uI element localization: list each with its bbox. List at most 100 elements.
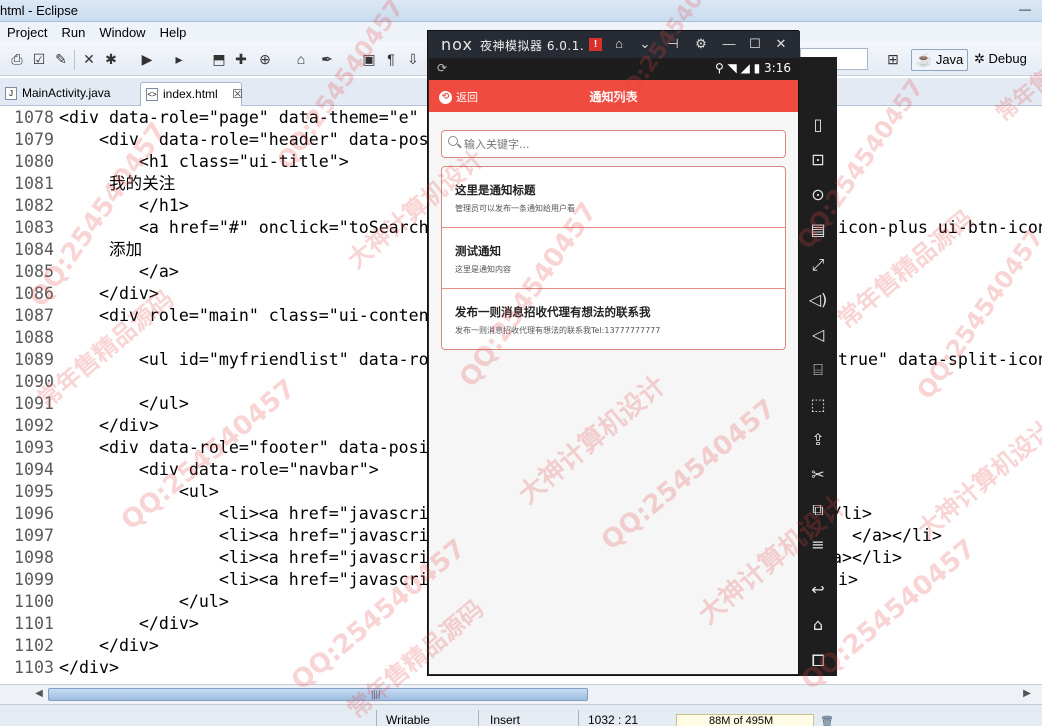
- code-line-fragment[interactable]: a></li>: [832, 547, 902, 569]
- search-tool-icon[interactable]: ✒: [318, 50, 336, 68]
- code-line[interactable]: <ul>: [59, 481, 219, 503]
- code-line[interactable]: </a>: [59, 261, 179, 283]
- pin-icon[interactable]: ⊣: [664, 35, 682, 53]
- chevron-down-icon[interactable]: ⌄: [636, 35, 654, 53]
- code-line[interactable]: <div data-role="header" data-pos: [59, 129, 429, 151]
- menu-run[interactable]: Run: [54, 25, 92, 40]
- code-line-fragment[interactable]: true" data-split-icon: [838, 349, 1042, 371]
- print-icon[interactable]: ⎙: [8, 50, 26, 68]
- search-input[interactable]: [464, 134, 774, 154]
- garbage-collect-icon[interactable]: 🗑: [820, 715, 834, 726]
- status-bar: Writable Insert 1032 : 21 88M of 495M 🗑: [0, 704, 1042, 726]
- menu-window[interactable]: Window: [92, 25, 152, 40]
- clock: 3:16: [764, 61, 791, 75]
- close-icon[interactable]: ✕: [772, 35, 790, 53]
- apk-install-icon[interactable]: ⇪: [799, 428, 837, 452]
- status-divider: [478, 710, 479, 726]
- code-line-fragment[interactable]: icon-plus ui-btn-icon: [838, 217, 1042, 239]
- tab-mainactivity-java[interactable]: J MainActivity.java: [0, 82, 120, 106]
- code-line[interactable]: </div>: [59, 613, 199, 635]
- recent-apps-icon[interactable]: ⧠: [799, 649, 837, 673]
- line-number: 1091: [14, 394, 54, 413]
- java-perspective-button[interactable]: ☕ Java: [911, 49, 969, 71]
- heap-status[interactable]: 88M of 495M: [676, 714, 814, 726]
- code-line[interactable]: <li><a href="javascri: [59, 547, 429, 569]
- home-icon[interactable]: ⌂: [610, 35, 628, 53]
- code-line[interactable]: <a href="#" onclick="toSearch: [59, 217, 429, 239]
- list-item[interactable]: 这里是通知标题 管理员可以发布一条通知给用户看: [442, 167, 785, 228]
- window-title: html - Eclipse: [0, 3, 79, 18]
- open-perspective-icon[interactable]: ⊞: [884, 50, 902, 68]
- code-line[interactable]: 我的关注: [59, 173, 175, 195]
- debug-icon[interactable]: ✱: [102, 50, 120, 68]
- code-line[interactable]: <li><a href="javascri: [59, 525, 429, 547]
- location-icon[interactable]: ⊙: [799, 183, 837, 207]
- code-line[interactable]: <div data-role="page" data-theme="e": [59, 107, 419, 129]
- skip-breakpoints-icon[interactable]: ✕: [80, 50, 98, 68]
- tab-index-html[interactable]: <> index.html ☒: [140, 82, 243, 106]
- code-line[interactable]: <li><a href="javascri: [59, 503, 429, 525]
- minimize-icon[interactable]: —: [720, 35, 738, 53]
- insert-mode-status: Insert: [490, 713, 521, 726]
- eclipse-window: html - Eclipse — Project Run Window Help…: [0, 0, 1042, 726]
- code-line[interactable]: <div data-role="navbar">: [59, 459, 379, 481]
- multi-window-icon[interactable]: ⧉: [799, 498, 837, 522]
- phone-icon[interactable]: ▯: [799, 113, 837, 137]
- next-annotation-icon[interactable]: ⇩: [404, 50, 422, 68]
- code-line[interactable]: </h1>: [59, 195, 189, 217]
- open-type-icon[interactable]: ⌂: [292, 50, 310, 68]
- code-line[interactable]: <div data-role="footer" data-posi: [59, 437, 429, 459]
- code-line[interactable]: </div>: [59, 283, 159, 305]
- scissors-icon[interactable]: ✂: [799, 463, 837, 487]
- scroll-left-icon[interactable]: ◀: [32, 688, 46, 701]
- code-line[interactable]: <ul id="myfriendlist" data-ro: [59, 349, 429, 371]
- scrollbar-thumb[interactable]: ||||: [48, 688, 588, 701]
- run-icon[interactable]: ▶: [138, 50, 156, 68]
- external-tools-icon[interactable]: ▸: [170, 50, 188, 68]
- code-line[interactable]: </div>: [59, 635, 159, 657]
- new-wizard-icon[interactable]: ✎: [52, 50, 70, 68]
- list-item[interactable]: 发布一则消息招收代理有想法的联系我 发布一则消息招收代理有想法的联系我Tel:1…: [442, 289, 785, 350]
- tab-label: index.html: [163, 87, 218, 101]
- code-line[interactable]: </div>: [59, 657, 119, 679]
- search-box[interactable]: [441, 130, 786, 158]
- code-line[interactable]: <h1 class="ui-title">: [59, 151, 349, 173]
- warning-icon[interactable]: !: [589, 38, 602, 51]
- close-tab-icon[interactable]: ☒: [232, 83, 243, 105]
- gear-icon[interactable]: ⚙: [692, 35, 710, 53]
- tasks-icon[interactable]: ☑: [30, 50, 48, 68]
- volume-down-icon[interactable]: ◁: [799, 323, 837, 347]
- code-line[interactable]: <li><a href="javascri: [59, 569, 429, 591]
- code-line[interactable]: <div role="main" class="ui-conten: [59, 305, 429, 327]
- code-line-fragment[interactable]: /li>: [832, 503, 872, 525]
- show-whitespace-icon[interactable]: ¶: [382, 50, 400, 68]
- robot-icon[interactable]: ⊡: [799, 148, 837, 172]
- screen-icon[interactable]: ▤: [799, 218, 837, 242]
- menu-project[interactable]: Project: [0, 25, 54, 40]
- home-nav-icon[interactable]: ⌂: [799, 613, 837, 637]
- minimize-button[interactable]: —: [1008, 0, 1042, 20]
- code-line[interactable]: </ul>: [59, 591, 229, 613]
- code-line-fragment[interactable]: </a></li>: [852, 525, 942, 547]
- code-line[interactable]: 添加: [59, 239, 142, 261]
- package-icon[interactable]: ✚: [232, 50, 250, 68]
- toggle-mark-icon[interactable]: ▣: [360, 50, 378, 68]
- debug-perspective-button[interactable]: ✲ Debug: [970, 49, 1031, 71]
- menu-help[interactable]: Help: [153, 25, 194, 40]
- toolbox-icon[interactable]: ⌸: [799, 358, 837, 382]
- horizontal-scrollbar[interactable]: ◀ |||| ▶: [0, 684, 1042, 704]
- new-class-icon[interactable]: ⊕: [256, 50, 274, 68]
- scroll-right-icon[interactable]: ▶: [1020, 688, 1034, 701]
- back-nav-icon[interactable]: ↩: [799, 578, 837, 602]
- code-line-fragment[interactable]: i>: [838, 569, 858, 591]
- grip-icon: ||||: [371, 689, 381, 699]
- code-line[interactable]: </div>: [59, 415, 159, 437]
- maximize-icon[interactable]: ☐: [746, 35, 764, 53]
- screenshot-icon[interactable]: ⬚: [799, 393, 837, 417]
- android-sdk-icon[interactable]: ⬒: [210, 50, 228, 68]
- fullscreen-icon[interactable]: ⤢: [799, 253, 837, 277]
- list-item[interactable]: 测试通知 这里是通知内容: [442, 228, 785, 289]
- volume-up-icon[interactable]: ◁): [799, 288, 837, 312]
- code-line[interactable]: </ul>: [59, 393, 189, 415]
- menu-icon[interactable]: ≡: [799, 533, 837, 557]
